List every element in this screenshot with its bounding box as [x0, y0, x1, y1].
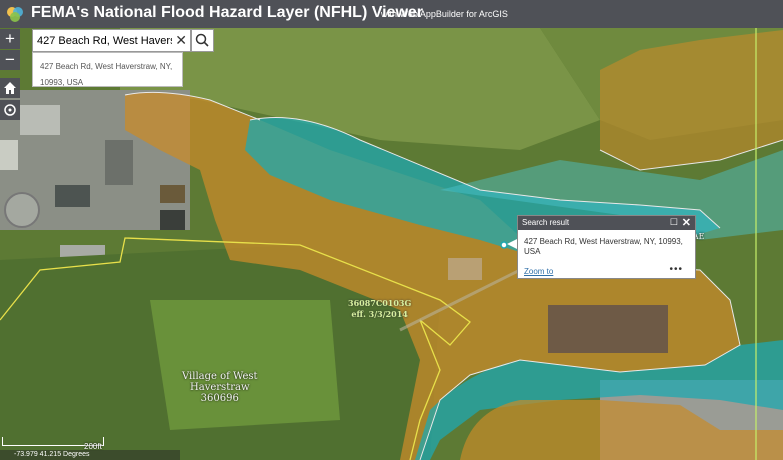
search-box[interactable]: ✕	[32, 29, 191, 52]
locate-icon	[4, 104, 16, 116]
home-button[interactable]	[0, 78, 20, 98]
search-input[interactable]	[37, 33, 172, 48]
zoom-out-button[interactable]: −	[0, 50, 20, 70]
suggestion-item[interactable]: 427 Beach Rd, West Haverstraw, NY, 10993…	[40, 59, 180, 91]
popup-address: 427 Beach Rd, West Haverstraw, NY, 10993…	[524, 237, 683, 256]
app-title: FEMA's National Flood Hazard Layer (NFHL…	[31, 4, 424, 21]
fema-logo	[7, 7, 23, 22]
popup-header: Search result ☐ ✕	[518, 216, 695, 230]
zoom-in-button[interactable]: +	[0, 29, 20, 49]
search-button[interactable]	[191, 29, 214, 52]
popup-title: Search result	[522, 218, 570, 227]
panel-effective-date: eff. 3/3/2014	[351, 309, 408, 319]
maximize-icon[interactable]: ☐	[670, 217, 678, 228]
search-icon	[195, 33, 209, 47]
panel-label: 36087C0103G eff. 3/3/2014	[348, 298, 411, 320]
village-label: Village of West Haverstraw 360696	[182, 371, 258, 404]
village-community-id: 360696	[200, 393, 239, 404]
popup-pointer	[507, 239, 517, 249]
zoom-to-link[interactable]: Zoom to	[524, 267, 553, 276]
app-header: FEMA's National Flood Hazard Layer (NFHL…	[0, 0, 783, 28]
search-result-popup: Search result ☐ ✕ 427 Beach Rd, West Hav…	[517, 215, 696, 279]
app-subtitle: with Web AppBuilder for ArcGIS	[381, 9, 508, 19]
coordinate-readout: -73.979 41.215 Degrees	[0, 450, 180, 460]
search-suggestions: 427 Beach Rd, West Haverstraw, NY, 10993…	[32, 52, 183, 87]
clear-search-icon[interactable]: ✕	[175, 33, 187, 48]
locate-button[interactable]	[0, 100, 20, 120]
more-options-icon[interactable]: •••	[669, 264, 683, 275]
village-name-line2: Haverstraw	[190, 382, 250, 393]
panel-number: 36087C0103G	[348, 298, 412, 308]
close-icon[interactable]: ✕	[682, 216, 691, 229]
village-name-line1: Village of West	[182, 371, 258, 382]
home-icon	[4, 82, 16, 94]
